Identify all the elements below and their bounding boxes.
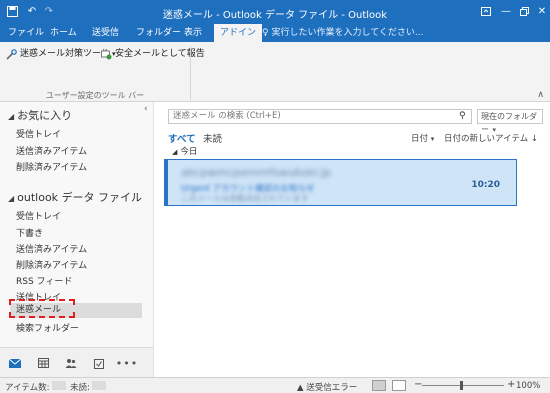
warning-icon: ▲ <box>297 383 304 393</box>
sidebar-item-outbox[interactable]: 送信トレイ <box>16 290 61 303</box>
collapse-group-icon: ◢ <box>172 148 178 156</box>
vertical-scrollbar[interactable] <box>544 127 550 377</box>
search-scope-dropdown[interactable]: 現在のフォルダー ▾ <box>477 109 543 134</box>
ribbon-separator <box>190 46 191 100</box>
title-bar: ↶ ↷ 迷惑メール - Outlook データ ファイル - Outlook —… <box>0 0 550 24</box>
filter-all[interactable]: すべて <box>168 131 195 145</box>
module-nav: ••• <box>0 347 154 377</box>
sort-by-dropdown[interactable]: 日付 ▾ <box>411 132 434 144</box>
junk-tools-icon <box>6 48 17 60</box>
tell-me-box[interactable]: ♀ 実行したい作業を入力してください... <box>262 24 424 42</box>
item-count-label: アイテム数: <box>5 383 50 393</box>
message-sender: abcpwmcpemrnfswubskr.jp <box>181 166 331 179</box>
send-receive-error[interactable]: ▲ 送受信エラー <box>297 381 357 393</box>
favorites-header[interactable]: ◢ お気に入り <box>8 107 72 123</box>
sidebar-item-search-folders[interactable]: 検索フォルダー <box>16 321 79 334</box>
zoom-in-icon[interactable]: + <box>507 379 515 390</box>
mail-icon[interactable] <box>8 356 22 370</box>
zoom-slider[interactable] <box>422 385 504 386</box>
tab-addins[interactable]: アドイン <box>214 24 263 42</box>
ribbon-tabs: ファイル ホーム 送受信 フォルダー 表示 アドイン ♀ 実行したい作業を入力し… <box>0 24 550 42</box>
sidebar-item-junk[interactable]: 迷惑メール <box>10 303 142 318</box>
normal-view-icon[interactable] <box>372 380 386 391</box>
lightbulb-icon: ♀ <box>262 28 269 38</box>
zoom-level[interactable]: 100% <box>516 381 540 391</box>
group-header-today[interactable]: ◢ 今日 <box>164 145 544 157</box>
tab-file[interactable]: ファイル <box>2 24 50 42</box>
ribbon: 迷惑メール対策ツール ▾ 安全メールとして報告 ユーザー設定のツール バー ∧ <box>0 42 550 102</box>
calendar-icon[interactable] <box>36 356 50 370</box>
zoom-slider-thumb[interactable] <box>460 381 463 390</box>
sidebar-item-deleted[interactable]: 削除済みアイテム <box>16 258 87 271</box>
tab-home[interactable]: ホーム <box>44 24 83 42</box>
expand-icon: ◢ <box>8 194 15 203</box>
collapse-ribbon-icon[interactable]: ∧ <box>537 90 544 100</box>
ribbon-group-label: ユーザー設定のツール バー <box>45 91 145 100</box>
report-safe-label: 安全メールとして報告 <box>115 49 205 59</box>
sidebar-item-fav-sent[interactable]: 送信済みアイテム <box>16 144 87 157</box>
message-time: 10:20 <box>471 180 500 190</box>
filter-unread[interactable]: 未読 <box>203 131 222 145</box>
message-preview: このメールは自動送信されています <box>181 194 309 203</box>
tab-send-receive[interactable]: 送受信 <box>86 24 125 42</box>
collapse-folder-pane-icon[interactable]: ‹ <box>144 104 148 114</box>
sidebar-item-fav-deleted[interactable]: 削除済みアイテム <box>16 160 87 173</box>
tab-view[interactable]: 表示 <box>178 24 208 42</box>
tell-me-text: 実行したい作業を入力してください... <box>271 28 424 38</box>
safe-mail-icon <box>101 50 112 59</box>
expand-icon: ◢ <box>8 112 15 121</box>
sidebar-item-rss[interactable]: RSS フィード <box>16 274 72 287</box>
search-icon[interactable]: ⚲ <box>459 111 466 121</box>
datafile-header[interactable]: ◢ outlook データ ファイル <box>8 189 142 205</box>
reading-view-icon[interactable] <box>392 380 406 391</box>
close-icon[interactable]: ✕ <box>534 3 550 19</box>
window-title: 迷惑メール - Outlook データ ファイル - Outlook <box>162 10 388 21</box>
people-icon[interactable] <box>64 356 78 370</box>
restore-icon[interactable] <box>516 3 532 19</box>
more-icon[interactable]: ••• <box>116 356 137 370</box>
search-input[interactable]: 迷惑メール の検索 (Ctrl+E) <box>168 109 472 124</box>
arrow-down-icon: ↓ <box>530 134 538 144</box>
sidebar-item-sent[interactable]: 送信済みアイテム <box>16 242 87 255</box>
status-bar: アイテム数: 未読: ▲ 送受信エラー − + 100% <box>0 377 550 393</box>
sidebar-item-inbox[interactable]: 受信トレイ <box>16 209 61 222</box>
message-item[interactable]: abcpwmcpemrnfswubskr.jp Urgent アカウント確認のお… <box>164 159 517 206</box>
selection-accent <box>165 160 168 205</box>
unread-count-label: 未読: <box>70 383 90 393</box>
ribbon-display-icon[interactable] <box>478 3 494 19</box>
unread-count-value <box>92 381 106 390</box>
sidebar-item-fav-inbox[interactable]: 受信トレイ <box>16 127 61 140</box>
sort-order-button[interactable]: 日付の新しいアイテム ↓ <box>444 132 538 144</box>
junk-tools-label: 迷惑メール対策ツール <box>20 49 111 59</box>
junk-tools-button[interactable]: 迷惑メール対策ツール ▾ <box>6 46 116 62</box>
chevron-down-icon: ▾ <box>430 135 435 143</box>
minimize-icon[interactable]: — <box>498 3 514 19</box>
item-count-value <box>52 381 66 390</box>
sidebar-item-drafts[interactable]: 下書き <box>16 226 43 239</box>
tasks-icon[interactable] <box>92 356 106 370</box>
